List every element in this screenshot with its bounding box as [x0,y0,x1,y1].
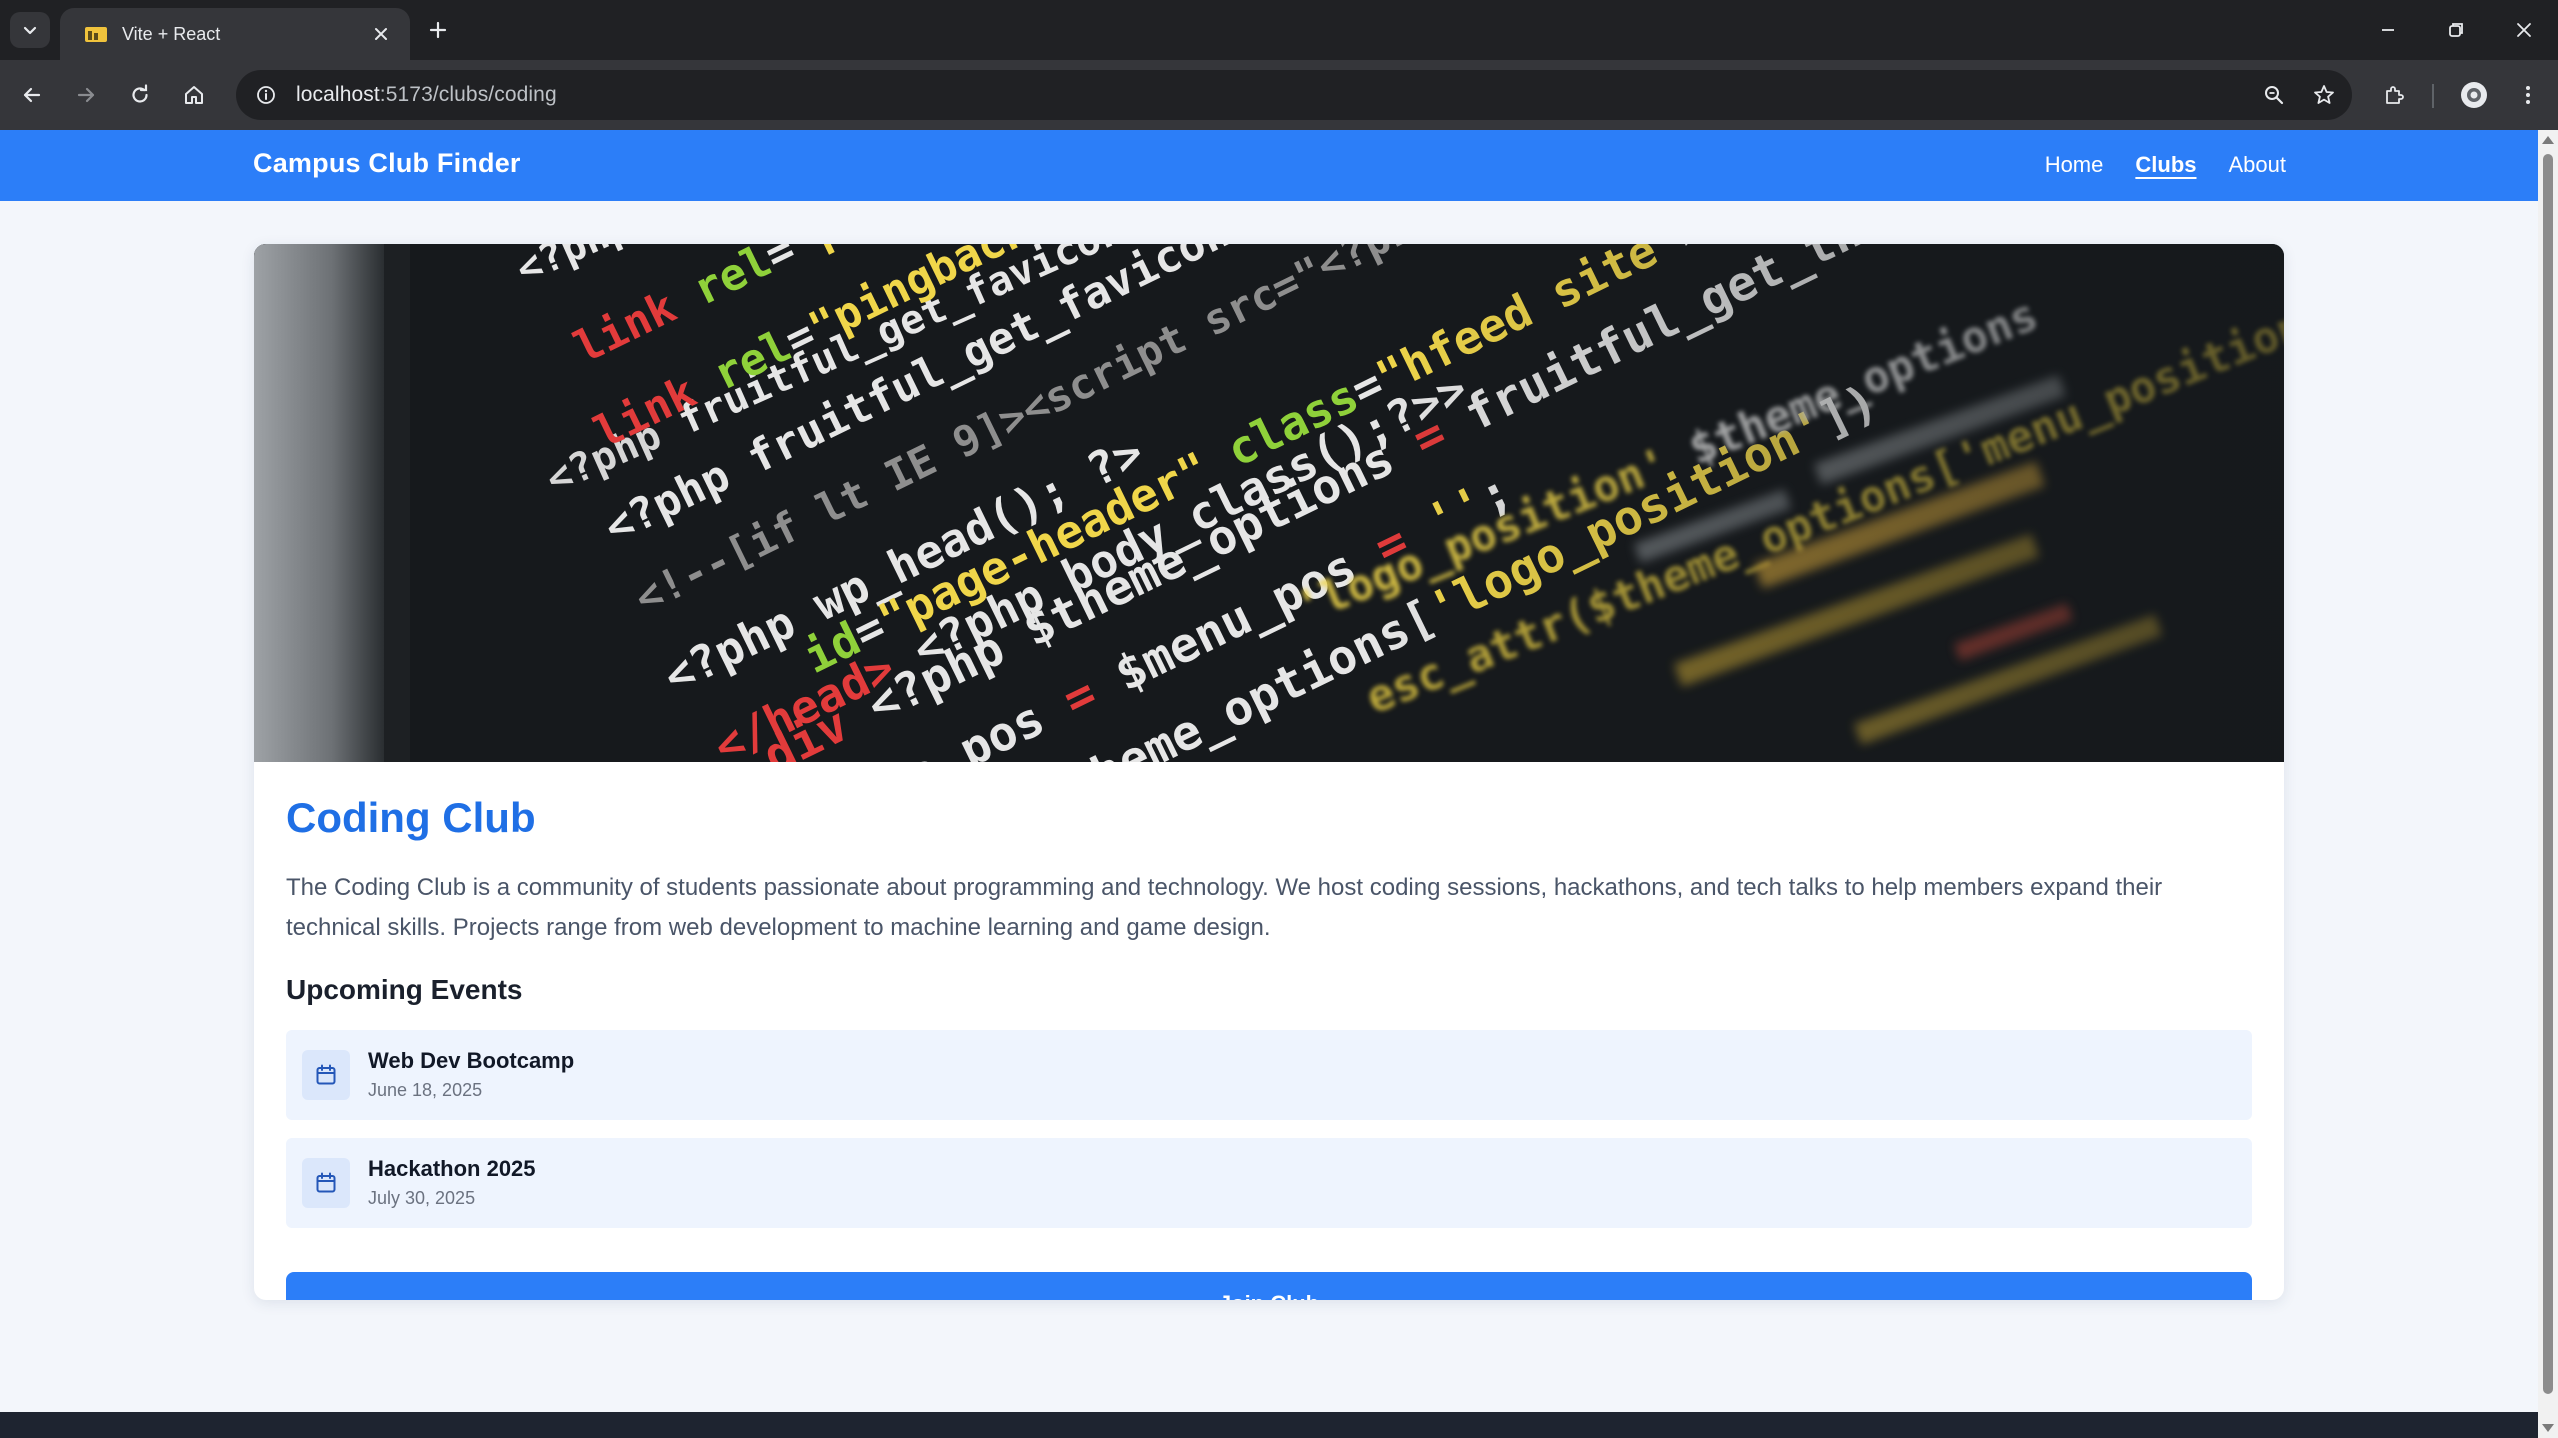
address-bar[interactable]: localhost:5173/clubs/coding [236,70,2352,120]
zoom-button[interactable] [2252,73,2296,117]
event-name: Web Dev Bootcamp [368,1048,575,1073]
page-viewport: Campus Club Finder Home Clubs About Codi… [0,130,2538,1438]
browser-tab[interactable]: Vite + React [60,8,410,60]
close-window-button[interactable] [2494,6,2554,54]
tab-title: Vite + React [122,23,221,44]
brand-title[interactable]: Campus Club Finder [253,148,521,179]
new-tab-button[interactable] [418,12,458,48]
forward-button[interactable] [64,73,108,117]
events-heading: Upcoming Events [286,974,523,1005]
club-hero-image: <?php wp_head(); ?> <?php fruitful_get_f… [254,244,2284,762]
chevron-down-icon [23,26,37,35]
url-host: localhost [296,83,380,106]
club-title: Coding Club [286,794,536,841]
kebab-menu-icon [2526,86,2530,104]
calendar-icon [302,1158,350,1208]
nav-link-about[interactable]: About [2229,152,2287,178]
back-button[interactable] [10,73,54,117]
reload-button[interactable] [118,73,162,117]
folder-favicon-icon [85,27,107,42]
star-icon [2314,85,2334,104]
code-screen-illustration: <?php wp_head(); ?> <?php fruitful_get_f… [254,244,2284,762]
scroll-up-arrow[interactable] [2542,136,2554,144]
profile-button[interactable] [2452,73,2496,117]
page-scrollbar[interactable] [2538,130,2558,1438]
event-item[interactable]: Hackathon 2025 July 30, 2025 [286,1138,2252,1228]
page-footer [0,1412,2538,1438]
reload-icon [132,84,148,103]
info-icon [257,86,275,104]
plus-icon [429,21,447,39]
home-button[interactable] [172,73,216,117]
site-info-button[interactable] [244,73,288,117]
restore-button[interactable] [2426,6,2486,54]
scrollbar-thumb[interactable] [2543,154,2553,1394]
url-path: :5173/clubs/coding [379,83,557,106]
browser-menu-button[interactable] [2506,73,2550,117]
tab-search-button[interactable] [10,12,50,48]
club-description: The Coding Club is a community of studen… [286,874,2163,941]
extensions-button[interactable] [2372,73,2416,117]
calendar-icon [302,1050,350,1100]
avatar-icon [2461,82,2487,108]
bookmark-button[interactable] [2302,73,2346,117]
toolbar-divider [2432,84,2434,108]
puzzle-icon [2386,86,2404,104]
nav-link-clubs[interactable]: Clubs [2135,152,2196,178]
tab-close-button[interactable] [366,19,396,49]
restore-icon [2449,23,2463,37]
url-text: localhost:5173/clubs/coding [296,83,2252,107]
nav-links: Home Clubs About [2045,152,2286,178]
join-club-button[interactable]: Join Club [286,1272,2252,1300]
club-detail-card: <?php wp_head(); ?> <?php fruitful_get_f… [254,244,2284,1300]
close-icon [2517,23,2531,37]
event-date: June 18, 2025 [368,1080,483,1100]
home-icon [185,86,203,104]
site-navbar: Campus Club Finder Home Clubs About [0,130,2538,201]
event-name: Hackathon 2025 [368,1156,536,1181]
browser-toolbar: localhost:5173/clubs/coding [0,60,2558,130]
arrow-left-icon [23,87,41,103]
scroll-down-arrow[interactable] [2542,1424,2554,1432]
minimize-icon [2382,29,2394,31]
close-icon [375,28,387,40]
zoom-icon [2265,86,2284,105]
browser-tab-strip: Vite + React [0,0,2558,60]
nav-link-home[interactable]: Home [2045,152,2104,178]
minimize-button[interactable] [2358,6,2418,54]
event-date: July 30, 2025 [368,1188,476,1208]
arrow-right-icon [77,87,95,103]
event-item[interactable]: Web Dev Bootcamp June 18, 2025 [286,1030,2252,1120]
